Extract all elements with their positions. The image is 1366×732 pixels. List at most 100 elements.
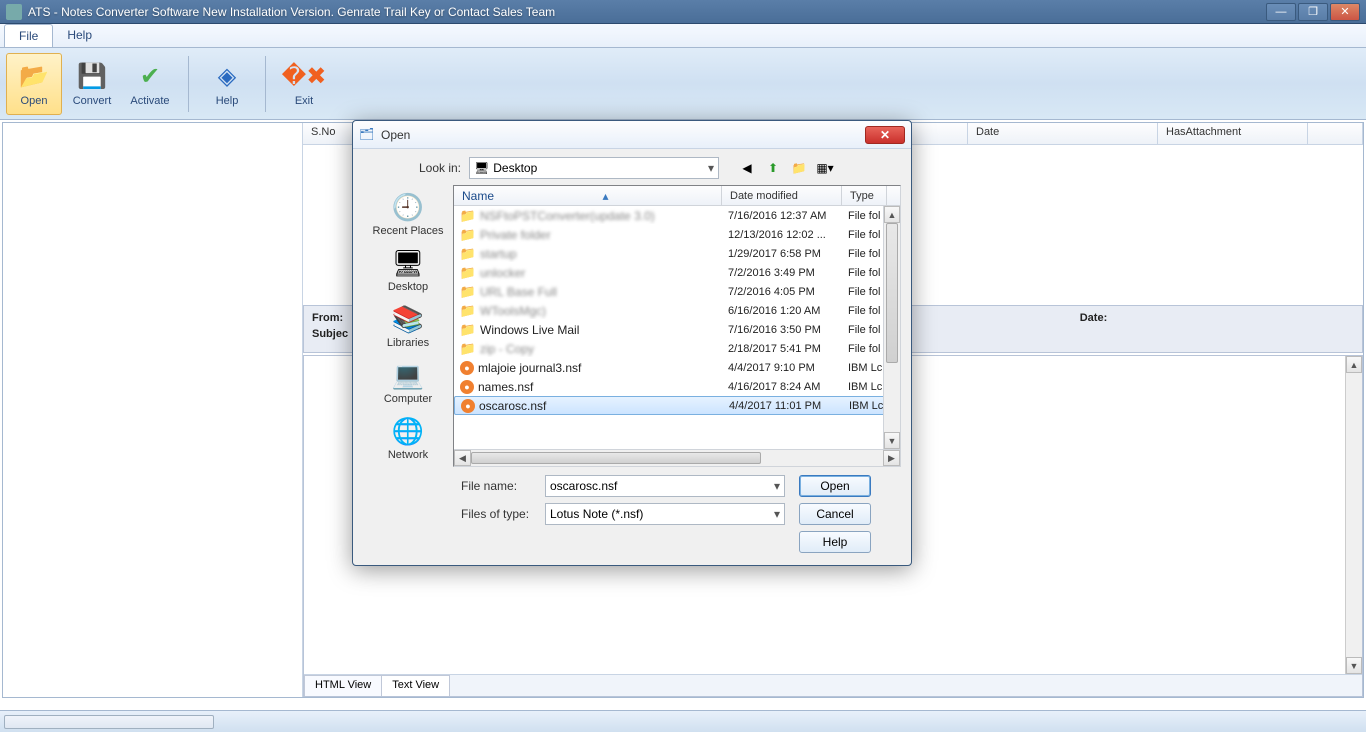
file-row[interactable]: 📁startup1/29/2017 6:58 PMFile fol bbox=[454, 244, 900, 263]
scroll-thumb[interactable] bbox=[471, 452, 761, 464]
file-name: zip - Copy bbox=[480, 342, 534, 356]
network-icon: 🌐 bbox=[392, 415, 424, 447]
file-row[interactable]: ●oscarosc.nsf4/4/2017 11:01 PMIBM Lc bbox=[454, 396, 900, 415]
folder-icon: 📁 bbox=[460, 341, 476, 357]
progress-bar bbox=[4, 715, 214, 729]
help-icon: ◈ bbox=[211, 61, 243, 93]
scroll-up-icon[interactable]: ▲ bbox=[1346, 356, 1362, 373]
window-title: ATS - Notes Converter Software New Insta… bbox=[28, 5, 1264, 19]
cancel-button[interactable]: Cancel bbox=[799, 503, 871, 525]
folder-open-icon: 📂 bbox=[18, 61, 50, 93]
file-modified: 4/4/2017 11:01 PM bbox=[723, 400, 843, 412]
file-name: mlajoie journal3.nsf bbox=[478, 361, 581, 375]
menu-help[interactable]: Help bbox=[53, 24, 106, 47]
place-libraries-label: Libraries bbox=[387, 337, 429, 349]
sort-asc-icon: ▴ bbox=[602, 189, 608, 203]
minimize-button[interactable]: — bbox=[1266, 3, 1296, 21]
new-folder-button[interactable]: 📁 bbox=[789, 158, 809, 178]
filename-input[interactable]: oscarosc.nsf ▾ bbox=[545, 475, 785, 497]
menu-file[interactable]: File bbox=[4, 24, 53, 47]
file-modified: 4/4/2017 9:10 PM bbox=[722, 362, 842, 374]
file-type: File fol bbox=[842, 267, 887, 279]
ribbon-exit-button[interactable]: �✖ Exit bbox=[276, 53, 332, 115]
place-computer[interactable]: 💻 Computer bbox=[384, 359, 432, 405]
file-name: startup bbox=[480, 247, 517, 261]
filename-value: oscarosc.nsf bbox=[550, 479, 617, 493]
ribbon-toolbar: 📂 Open 💾 Convert ✔ Activate ◈ Help �✖ Ex… bbox=[0, 48, 1366, 120]
col-sno[interactable]: S.No bbox=[303, 123, 353, 144]
place-network[interactable]: 🌐 Network bbox=[388, 415, 428, 461]
desktop-icon: 🖥 bbox=[474, 161, 489, 175]
close-button[interactable]: ✕ bbox=[1330, 3, 1360, 21]
file-name: unlocker bbox=[480, 266, 525, 280]
filetype-label: Files of type: bbox=[461, 507, 531, 521]
scroll-left-icon[interactable]: ◀ bbox=[454, 450, 471, 466]
view-menu-button[interactable]: ▦▾ bbox=[815, 158, 835, 178]
place-desktop[interactable]: 🖥 Desktop bbox=[388, 247, 428, 293]
back-button[interactable]: ◀ bbox=[737, 158, 757, 178]
desktop-icon: 🖥 bbox=[392, 247, 424, 279]
open-button[interactable]: Open bbox=[799, 475, 871, 497]
file-type: IBM Lc bbox=[842, 381, 887, 393]
dialog-title-text: Open bbox=[381, 128, 865, 142]
scroll-thumb[interactable] bbox=[886, 223, 898, 363]
ribbon-activate-button[interactable]: ✔ Activate bbox=[122, 53, 178, 115]
computer-icon: 💻 bbox=[392, 359, 424, 391]
viewer-scrollbar[interactable]: ▲ ▼ bbox=[1345, 356, 1362, 674]
file-row[interactable]: 📁URL Base Full7/2/2016 4:05 PMFile fol bbox=[454, 282, 900, 301]
folder-icon: 📁 bbox=[460, 303, 476, 319]
col-type[interactable]: Type bbox=[842, 186, 887, 205]
scroll-down-icon[interactable]: ▼ bbox=[884, 432, 900, 449]
place-recent[interactable]: 🕘 Recent Places bbox=[373, 191, 444, 237]
tab-html-view[interactable]: HTML View bbox=[304, 675, 382, 696]
file-name: oscarosc.nsf bbox=[479, 399, 546, 413]
filetype-value: Lotus Note (*.nsf) bbox=[550, 507, 643, 521]
file-type: File fol bbox=[842, 324, 887, 336]
col-hasattach[interactable]: HasAttachment bbox=[1158, 123, 1308, 144]
file-name: WToolsMgc) bbox=[480, 304, 546, 318]
col-name-label: Name bbox=[462, 189, 494, 203]
tab-text-view[interactable]: Text View bbox=[381, 675, 450, 696]
nsf-file-icon: ● bbox=[460, 361, 474, 375]
ribbon-convert-button[interactable]: 💾 Convert bbox=[64, 53, 120, 115]
file-row[interactable]: ●names.nsf4/16/2017 8:24 AMIBM Lc bbox=[454, 377, 900, 396]
file-row[interactable]: 📁unlocker7/2/2016 3:49 PMFile fol bbox=[454, 263, 900, 282]
file-row[interactable]: 📁Windows Live Mail7/16/2016 3:50 PMFile … bbox=[454, 320, 900, 339]
maximize-button[interactable]: ❐ bbox=[1298, 3, 1328, 21]
file-row[interactable]: 📁NSFtoPSTConverter(update 3.0)7/16/2016 … bbox=[454, 206, 900, 225]
scroll-up-icon[interactable]: ▲ bbox=[884, 206, 900, 223]
libraries-icon: 📚 bbox=[392, 303, 424, 335]
folder-icon: 📁 bbox=[460, 265, 476, 281]
filelist-vscrollbar[interactable]: ▲ ▼ bbox=[883, 206, 900, 449]
up-button[interactable]: ⬆ bbox=[763, 158, 783, 178]
col-date[interactable]: Date bbox=[968, 123, 1158, 144]
place-libraries[interactable]: 📚 Libraries bbox=[387, 303, 429, 349]
file-row[interactable]: 📁WToolsMgc)6/16/2016 1:20 AMFile fol bbox=[454, 301, 900, 320]
lookin-combo[interactable]: 🖥 Desktop ▾ bbox=[469, 157, 719, 179]
dialog-close-button[interactable]: ✕ bbox=[865, 126, 905, 144]
ribbon-help-button[interactable]: ◈ Help bbox=[199, 53, 255, 115]
ribbon-open-button[interactable]: 📂 Open bbox=[6, 53, 62, 115]
file-row[interactable]: 📁Private folder12/13/2016 12:02 ...File … bbox=[454, 225, 900, 244]
file-type: File fol bbox=[842, 248, 887, 260]
chevron-down-icon: ▾ bbox=[708, 161, 714, 175]
filelist-hscrollbar[interactable]: ◀ ▶ bbox=[454, 449, 900, 466]
scroll-right-icon[interactable]: ▶ bbox=[883, 450, 900, 466]
scroll-down-icon[interactable]: ▼ bbox=[1346, 657, 1362, 674]
ribbon-exit-label: Exit bbox=[295, 95, 313, 107]
file-row[interactable]: 📁zip - Copy2/18/2017 5:41 PMFile fol bbox=[454, 339, 900, 358]
file-row[interactable]: ●mlajoie journal3.nsf4/4/2017 9:10 PMIBM… bbox=[454, 358, 900, 377]
file-list: Name ▴ Date modified Type 📁NSFtoPSTConve… bbox=[453, 185, 901, 467]
place-computer-label: Computer bbox=[384, 393, 432, 405]
filetype-select[interactable]: Lotus Note (*.nsf) ▾ bbox=[545, 503, 785, 525]
lookin-value: Desktop bbox=[493, 161, 537, 175]
statusbar bbox=[0, 710, 1366, 732]
help-button[interactable]: Help bbox=[799, 531, 871, 553]
col-modified[interactable]: Date modified bbox=[722, 186, 842, 205]
ribbon-open-label: Open bbox=[21, 95, 48, 107]
file-type: IBM Lc bbox=[843, 400, 888, 412]
exit-icon: �✖ bbox=[288, 61, 320, 93]
col-name[interactable]: Name ▴ bbox=[454, 186, 722, 205]
file-name: Private folder bbox=[480, 228, 551, 242]
file-modified: 7/16/2016 12:37 AM bbox=[722, 210, 842, 222]
